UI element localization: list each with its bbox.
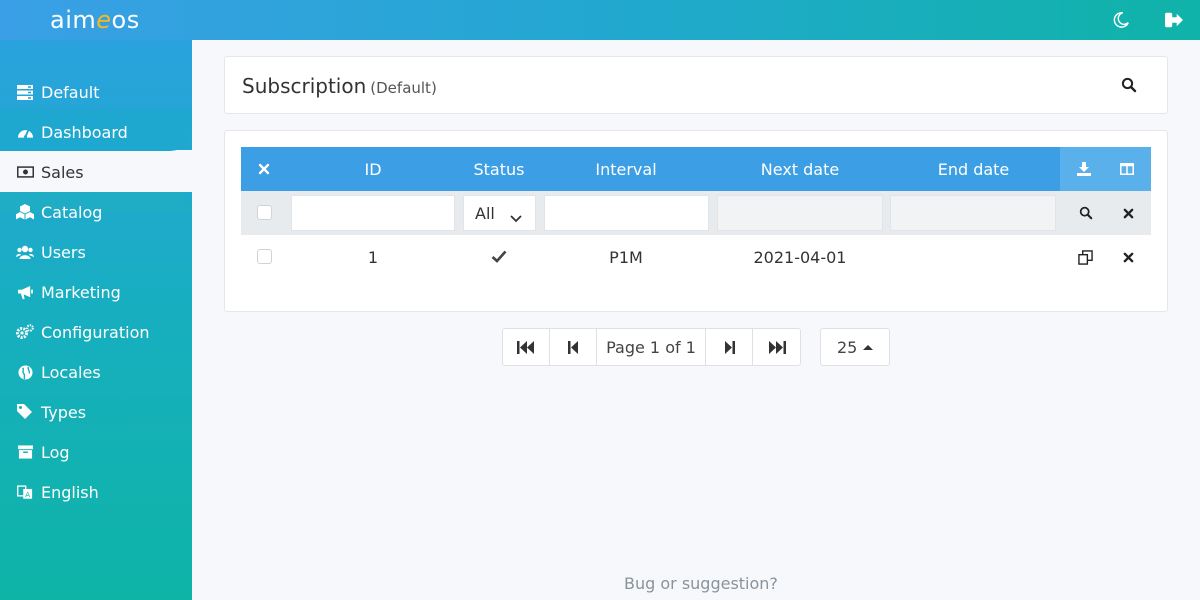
megaphone-icon xyxy=(16,283,34,301)
subscription-list: ID Status Interval Next date End date Al… xyxy=(224,130,1168,312)
cell-status xyxy=(459,235,539,279)
delete-icon[interactable] xyxy=(1118,247,1138,267)
filter-status-select[interactable]: All xyxy=(463,195,536,231)
sidebar-item-label: Users xyxy=(41,242,86,262)
page-subtitle: (Default) xyxy=(370,79,437,97)
filter-reset-icon[interactable] xyxy=(1118,203,1138,223)
filter-row: All xyxy=(241,191,1151,235)
bug-report-link[interactable]: Bug or suggestion? xyxy=(624,574,778,593)
first-page-button[interactable] xyxy=(503,329,550,365)
sidebar-item-log[interactable]: Log xyxy=(0,432,192,472)
sidebar: Default Dashboard Sales Catalog Users Ma… xyxy=(0,40,192,600)
sign-out-icon[interactable] xyxy=(1163,9,1185,31)
page-size-value: 25 xyxy=(837,337,858,357)
previous-page-button[interactable] xyxy=(550,329,597,365)
sidebar-item-label: Log xyxy=(41,442,70,462)
table-row[interactable]: 1 P1M 2021-04-01 xyxy=(241,235,1151,279)
sidebar-item-locales[interactable]: Locales xyxy=(0,352,192,392)
column-header-id[interactable]: ID xyxy=(287,147,459,191)
copy-icon[interactable] xyxy=(1075,247,1095,267)
language-icon: A xyxy=(16,483,34,501)
row-select-checkbox[interactable] xyxy=(257,249,272,264)
column-header-status[interactable]: Status xyxy=(459,147,539,191)
logo-text-e: e xyxy=(96,6,112,34)
top-bar: aimeos xyxy=(0,0,1200,40)
page-indicator: Page 1 of 1 xyxy=(597,329,706,365)
cubes-icon xyxy=(16,203,34,221)
sidebar-item-label: Types xyxy=(41,402,87,422)
filter-end-date-input[interactable] xyxy=(890,195,1056,231)
dashboard-gauge-icon xyxy=(16,123,34,141)
filter-search-icon[interactable] xyxy=(1076,203,1096,223)
sidebar-item-english[interactable]: A English xyxy=(0,472,192,512)
caret-up-icon xyxy=(863,345,873,350)
columns-icon[interactable] xyxy=(1117,159,1137,179)
sidebar-item-catalog[interactable]: Catalog xyxy=(0,192,192,232)
archive-box-icon xyxy=(16,443,34,461)
cell-interval: P1M xyxy=(609,247,643,267)
sidebar-item-default[interactable]: Default xyxy=(0,72,192,112)
page-size-select[interactable]: 25 xyxy=(820,328,890,366)
column-header-next-date[interactable]: Next date xyxy=(713,147,887,191)
sidebar-item-marketing[interactable]: Marketing xyxy=(0,272,192,312)
filter-interval-input[interactable] xyxy=(544,195,709,231)
sidebar-item-label: Default xyxy=(41,82,100,102)
cell-id: 1 xyxy=(367,247,379,267)
sidebar-item-label: Locales xyxy=(41,362,101,382)
server-icon xyxy=(16,83,34,101)
sidebar-item-types[interactable]: Types xyxy=(0,392,192,432)
search-icon[interactable] xyxy=(1121,77,1139,95)
sidebar-item-label: Dashboard xyxy=(41,122,128,142)
filter-id-input[interactable] xyxy=(291,195,455,231)
download-icon[interactable] xyxy=(1074,159,1094,179)
sidebar-item-configuration[interactable]: Configuration xyxy=(0,312,192,352)
chevron-down-icon xyxy=(510,208,522,227)
tags-icon xyxy=(16,403,34,421)
column-header-end-date[interactable]: End date xyxy=(887,147,1060,191)
cell-end-date xyxy=(887,235,1060,279)
next-page-button[interactable] xyxy=(706,329,753,365)
clear-selection-button[interactable] xyxy=(241,147,287,191)
sidebar-item-label: English xyxy=(41,482,99,502)
logo-text-suffix: os xyxy=(111,6,140,34)
column-header-interval[interactable]: Interval xyxy=(539,147,713,191)
pagination: Page 1 of 1 xyxy=(502,328,801,366)
aimeos-logo[interactable]: aimeos xyxy=(50,6,140,34)
logo-text-prefix: aim xyxy=(50,6,97,34)
check-icon xyxy=(491,248,507,267)
sidebar-item-users[interactable]: Users xyxy=(0,232,192,272)
moon-icon[interactable] xyxy=(1110,9,1132,31)
page-header: Subscription (Default) xyxy=(224,56,1168,114)
cell-next-date: 2021-04-01 xyxy=(753,247,847,267)
cogs-icon xyxy=(16,323,34,341)
filter-status-value: All xyxy=(475,203,495,223)
globe-icon xyxy=(16,363,34,381)
svg-text:A: A xyxy=(25,489,30,498)
filter-next-date-input[interactable] xyxy=(717,195,883,231)
users-icon xyxy=(16,243,34,261)
sidebar-item-label: Sales xyxy=(41,162,84,182)
table-header: ID Status Interval Next date End date xyxy=(241,147,1151,191)
select-all-checkbox[interactable] xyxy=(257,205,272,220)
page-title: Subscription (Default) xyxy=(242,74,437,98)
sidebar-item-sales[interactable]: Sales xyxy=(0,152,192,192)
sidebar-item-label: Marketing xyxy=(41,282,121,302)
sidebar-item-label: Configuration xyxy=(41,322,150,342)
sidebar-item-label: Catalog xyxy=(41,202,103,222)
page-title-text: Subscription xyxy=(242,74,367,98)
money-bill-icon xyxy=(16,163,34,181)
sidebar-item-dashboard[interactable]: Dashboard xyxy=(0,112,192,152)
last-page-button[interactable] xyxy=(753,329,800,365)
